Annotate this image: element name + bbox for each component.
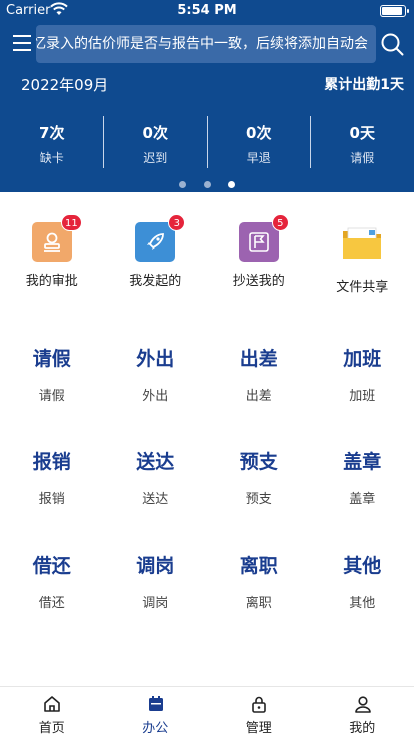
battery-icon: [380, 5, 409, 17]
stat-label: 缺卡: [39, 151, 64, 165]
rocket-icon: 3: [135, 214, 186, 262]
func-reimburse[interactable]: 报销 报销: [0, 447, 104, 507]
initiated-badge: 3: [168, 214, 186, 231]
tab-bar: 首页 办公 管理 我的: [0, 686, 414, 736]
stat-label: 请假: [350, 151, 375, 165]
func-caption: 调岗: [142, 596, 169, 611]
page-indicator: [0, 173, 414, 192]
func-leave[interactable]: 请假 请假: [0, 344, 104, 404]
func-caption: 加班: [349, 389, 376, 404]
func-caption: 借还: [38, 596, 65, 611]
stat-value: 7次: [39, 124, 65, 142]
tab-label: 管理: [245, 721, 272, 736]
stat-label: 早退: [246, 151, 271, 165]
func-title: 报销: [32, 451, 71, 473]
total-attendance: 累计出勤1天: [324, 77, 404, 93]
tab-label: 办公: [142, 721, 169, 736]
func-title: 离职: [239, 555, 278, 577]
notice-text: 忆录入的估价师是否与报告中一致，后续将添加自动会: [36, 36, 368, 52]
func-borrow-return[interactable]: 借还 借还: [0, 551, 104, 611]
func-caption: 报销: [38, 492, 65, 507]
page-dot-active[interactable]: [227, 181, 235, 188]
quick-label: 我的审批: [25, 274, 78, 289]
tab-office[interactable]: 办公: [104, 687, 208, 736]
func-caption: 外出: [142, 389, 169, 404]
home-icon: [44, 696, 60, 712]
func-outing[interactable]: 外出 外出: [104, 344, 208, 404]
folder-icon: [343, 227, 382, 259]
notice-marquee[interactable]: 忆录入的估价师是否与报告中一致，后续将添加自动会: [36, 25, 376, 63]
func-advance[interactable]: 预支 预支: [207, 447, 311, 507]
menu-icon-line: [13, 42, 31, 44]
tab-label: 首页: [38, 721, 65, 736]
func-caption: 离职: [245, 596, 272, 611]
func-caption: 请假: [38, 389, 65, 404]
stamp-icon: 11: [31, 214, 82, 262]
tab-manage[interactable]: 管理: [207, 687, 311, 736]
func-title: 出差: [239, 348, 278, 370]
func-title: 送达: [136, 451, 175, 473]
tab-label: 我的: [349, 721, 376, 736]
func-title: 预支: [239, 451, 278, 473]
menu-icon-line: [13, 49, 31, 51]
stat-leave[interactable]: 0天 请假: [311, 116, 414, 168]
func-caption: 预支: [245, 492, 272, 507]
tab-mine[interactable]: 我的: [311, 687, 414, 736]
flag-icon: 5: [238, 214, 289, 262]
stat-value: 0次: [142, 124, 168, 142]
func-title: 外出: [136, 348, 175, 370]
func-title: 其他: [343, 555, 382, 577]
func-caption: 其他: [349, 596, 376, 611]
func-title: 加班: [343, 348, 382, 370]
func-title: 请假: [32, 348, 71, 370]
quick-actions: 11 我的审批 3 我发起的 5 抄送我的 文件共享: [0, 214, 414, 295]
quick-my-approvals[interactable]: 11 我的审批: [0, 214, 104, 289]
stat-value: 0天: [349, 124, 375, 142]
func-business-trip[interactable]: 出差 出差: [207, 344, 311, 404]
clock-label: 5:54 PM: [177, 3, 237, 18]
stat-late[interactable]: 0次 迟到: [104, 116, 208, 168]
approval-badge: 11: [61, 214, 82, 231]
search-icon[interactable]: [380, 32, 404, 56]
header: Carrier 5:54 PM 忆录入的估价师是否与报告中一致，后续将添加自动会…: [0, 0, 414, 192]
func-deliver[interactable]: 送达 送达: [104, 447, 208, 507]
quick-label: 我发起的: [129, 274, 182, 289]
calendar-icon: [148, 696, 163, 711]
stat-value: 0次: [246, 124, 272, 142]
tab-home[interactable]: 首页: [0, 687, 104, 736]
page-dot[interactable]: [203, 181, 211, 188]
cc-badge: 5: [271, 214, 289, 231]
stat-early-leave[interactable]: 0次 早退: [207, 116, 311, 168]
func-title: 借还: [32, 555, 71, 577]
func-caption: 盖章: [349, 492, 376, 507]
func-caption: 送达: [142, 492, 169, 507]
quick-label: 文件共享: [336, 280, 389, 295]
lock-icon: [252, 696, 266, 713]
func-seal[interactable]: 盖章 盖章: [311, 447, 414, 507]
menu-button[interactable]: [13, 35, 33, 53]
func-title: 调岗: [136, 555, 175, 577]
stat-label: 迟到: [143, 151, 168, 165]
quick-label: 抄送我的: [232, 274, 285, 289]
attendance-stats: 7次 缺卡 0次 迟到 0次 早退 0天 请假: [0, 116, 414, 168]
status-bar: Carrier 5:54 PM: [0, 0, 414, 22]
quick-file-share[interactable]: 文件共享: [311, 214, 414, 295]
func-resign[interactable]: 离职 离职: [207, 551, 311, 611]
func-other[interactable]: 其他 其他: [311, 551, 414, 611]
func-title: 盖章: [343, 451, 382, 473]
quick-cc-me[interactable]: 5 抄送我的: [207, 214, 311, 289]
person-icon: [354, 696, 371, 713]
func-transfer[interactable]: 调岗 调岗: [104, 551, 208, 611]
quick-initiated[interactable]: 3 我发起的: [104, 214, 208, 289]
func-overtime[interactable]: 加班 加班: [311, 344, 414, 404]
month-label: 2022年09月: [21, 76, 109, 94]
stat-missing-punch[interactable]: 7次 缺卡: [0, 116, 104, 168]
menu-icon-line: [13, 35, 31, 37]
func-caption: 出差: [245, 389, 272, 404]
page-dot[interactable]: [179, 181, 187, 188]
